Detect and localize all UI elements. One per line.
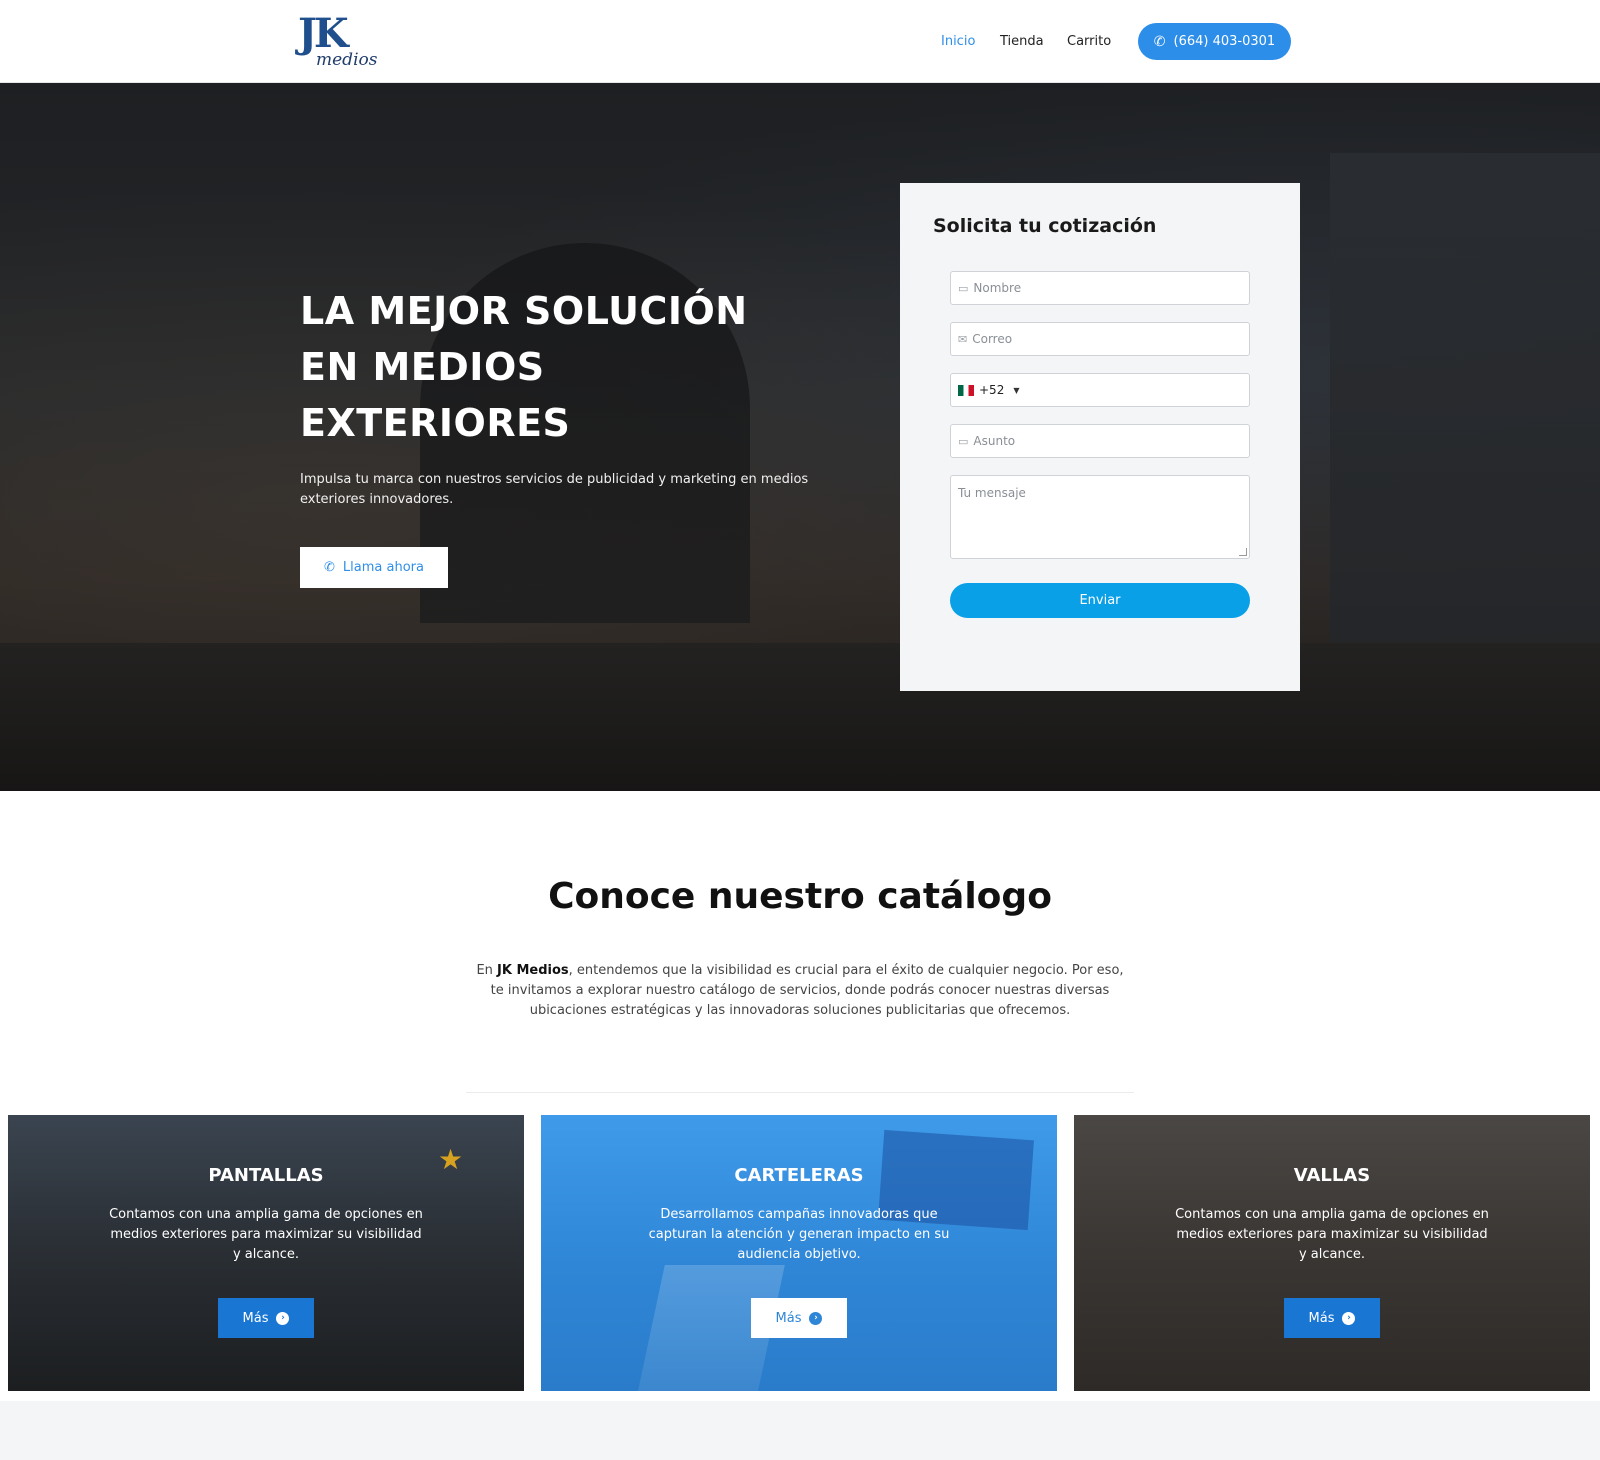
hero-background-road	[0, 643, 1600, 791]
site-logo[interactable]: JK medios	[298, 10, 378, 72]
phone-icon: ✆	[324, 560, 335, 575]
catalog-card-vallas: VALLAS Contamos con una amplia gama de o…	[1074, 1115, 1590, 1391]
card-more-button[interactable]: Más ›	[1284, 1298, 1380, 1338]
call-now-label: Llama ahora	[342, 560, 424, 575]
chevron-down-icon[interactable]: ▼	[1013, 386, 1019, 395]
nav-carrito[interactable]: Carrito	[1067, 34, 1111, 49]
nav-tienda[interactable]: Tienda	[1000, 34, 1044, 49]
header-phone-button[interactable]: ✆ (664) 403-0301	[1138, 23, 1291, 60]
label-icon: ▭	[958, 434, 969, 448]
hero-subtitle: Impulsa tu marca con nuestros servicios …	[300, 472, 809, 507]
hero-section: LA MEJOR SOLUCIÓN EN MEDIOS EXTERIORES I…	[0, 83, 1600, 791]
card-more-label: Más	[775, 1310, 802, 1326]
submit-button[interactable]: Enviar	[950, 583, 1250, 618]
card-more-label: Más	[242, 1310, 269, 1326]
email-field[interactable]: ✉ Correo	[950, 322, 1250, 356]
label-icon: ▭	[958, 281, 969, 295]
site-header: JK medios Inicio Tienda Carrito ✆ (664) …	[0, 0, 1600, 83]
resize-handle[interactable]	[1239, 548, 1247, 556]
card-title: PANTALLAS	[208, 1165, 324, 1186]
card-title: VALLAS	[1293, 1165, 1371, 1186]
nav-inicio[interactable]: Inicio	[941, 34, 975, 49]
catalog-section: Conoce nuestro catálogo En JK Medios, en…	[0, 791, 1600, 1401]
subject-placeholder: Asunto	[973, 434, 1016, 448]
arrow-circle-icon: ›	[276, 1311, 290, 1325]
subject-field[interactable]: ▭ Asunto	[950, 424, 1250, 458]
message-field[interactable]: Tu mensaje	[950, 475, 1250, 559]
form-title: Solicita tu cotización	[933, 215, 1157, 237]
card-title: CARTELERAS	[734, 1165, 864, 1186]
envelope-icon: ✉	[958, 332, 968, 346]
arrow-circle-icon: ›	[809, 1311, 823, 1325]
catalog-intro: En JK Medios, entendemos que la visibili…	[470, 961, 1130, 1021]
intro-prefix: En	[476, 963, 498, 978]
quote-form: Solicita tu cotización ▭ Nombre ✉ Correo…	[900, 183, 1300, 691]
email-placeholder: Correo	[972, 332, 1013, 346]
message-placeholder: Tu mensaje	[958, 486, 1026, 500]
section-divider	[466, 1092, 1134, 1093]
hero-title: LA MEJOR SOLUCIÓN EN MEDIOS EXTERIORES	[300, 283, 820, 451]
intro-text: , entendemos que la visibilidad es cruci…	[490, 963, 1124, 1018]
hero-title-line: EXTERIORES	[300, 401, 571, 445]
call-now-button[interactable]: ✆ Llama ahora	[300, 547, 448, 588]
arrow-circle-icon: ›	[1342, 1311, 1356, 1325]
logo-word: medios	[316, 50, 378, 70]
phone-prefix[interactable]: +52	[979, 383, 1004, 397]
card-text: Contamos con una amplia gama de opciones…	[109, 1207, 423, 1262]
hero-title-line: EN MEDIOS	[300, 345, 545, 389]
mexico-flag-icon[interactable]	[958, 384, 974, 396]
card-text: Contamos con una amplia gama de opciones…	[1175, 1207, 1489, 1262]
card-more-button[interactable]: Más ›	[218, 1298, 314, 1338]
card-text: Desarrollamos campañas innovadoras que c…	[648, 1207, 950, 1262]
intro-brand: JK Medios	[497, 963, 569, 978]
hero-background-building	[1330, 153, 1600, 713]
name-field[interactable]: ▭ Nombre	[950, 271, 1250, 305]
card-more-label: Más	[1308, 1310, 1335, 1326]
catalog-card-pantallas: ★ PANTALLAS Contamos con una amplia gama…	[8, 1115, 524, 1391]
hero-title-line: LA MEJOR SOLUCIÓN	[300, 289, 748, 333]
phone-icon: ✆	[1153, 33, 1166, 50]
card-more-button[interactable]: Más ›	[751, 1298, 847, 1338]
catalog-card-carteleras: CARTELERAS Desarrollamos campañas innova…	[541, 1115, 1057, 1391]
name-placeholder: Nombre	[973, 281, 1022, 295]
header-phone-label: (664) 403-0301	[1173, 34, 1276, 49]
phone-field[interactable]: +52 ▼	[950, 373, 1250, 407]
catalog-title: Conoce nuestro catálogo	[548, 876, 1052, 917]
